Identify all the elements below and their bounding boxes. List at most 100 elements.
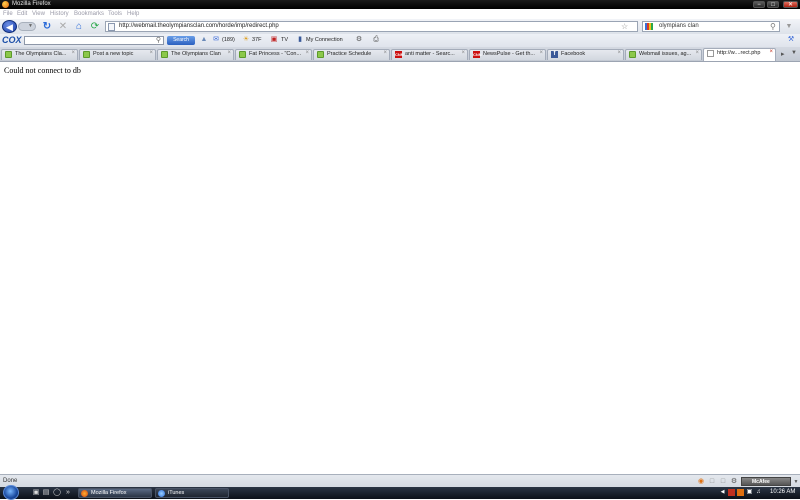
switch-windows-icon[interactable]: ▤ (42, 489, 50, 497)
maximize-button[interactable]: □ (767, 1, 779, 8)
url-bar[interactable]: http://webmail.theolympiansclan.com/hord… (105, 21, 638, 32)
tab-fat-princess[interactable]: Fat Princess - "Con... × (235, 49, 312, 60)
search-box[interactable]: olympians clan ⚲ (642, 21, 780, 32)
tab-strip: The Olympians Cla... × Post a new topic … (0, 47, 800, 62)
tab-olympians-clan-2[interactable]: The Olympians Clan × (157, 49, 234, 60)
search-input[interactable]: olympians clan (659, 23, 699, 29)
taskbar-button-label: Mozilla Firefox (91, 490, 127, 496)
page-icon (108, 23, 115, 31)
history-dropdown-button[interactable]: ▼ (18, 22, 36, 31)
cox-search-button[interactable]: Search (167, 36, 195, 45)
close-tab-icon[interactable]: × (305, 50, 309, 56)
mcafee-dropdown-icon[interactable]: ▼ (792, 478, 800, 486)
mcafee-siteadvisor-button[interactable]: McAfee (741, 477, 791, 486)
cnn-icon: CNN (395, 51, 404, 58)
bookmark-star-icon[interactable]: ☆ (621, 22, 628, 31)
volume-icon[interactable]: ♫ (755, 489, 762, 496)
reload-icon[interactable]: ↻ (42, 22, 52, 32)
mail-count[interactable]: (189) (222, 37, 235, 43)
title-bar: Mozilla Firefox − □ ✕ (0, 0, 800, 9)
firefox-icon (81, 490, 88, 497)
close-tab-icon[interactable]: × (695, 50, 699, 56)
print-icon[interactable]: ⎙ (372, 36, 380, 44)
search-icon[interactable]: ⚲ (770, 22, 776, 31)
tv-label[interactable]: TV (281, 37, 288, 43)
menu-history[interactable]: History (50, 11, 69, 17)
tab-label: Practice Schedule (327, 51, 372, 57)
network-icon[interactable]: ▣ (746, 489, 753, 496)
weather-temp[interactable]: 37F (252, 37, 261, 43)
menu-file[interactable]: File (3, 11, 13, 17)
mcafee-label: McAfee (752, 479, 770, 485)
close-tab-icon[interactable]: × (461, 50, 465, 56)
cox-search-input[interactable]: ⚲ (24, 36, 164, 45)
mcafee-tray-icon[interactable] (728, 489, 735, 496)
my-connection-label[interactable]: My Connection (306, 37, 343, 43)
tab-post-new-topic[interactable]: Post a new topic × (79, 49, 156, 60)
cox-toolbar: COX ⚲ Search ▲ ✉ (189) ☀ 37F ▣ TV ▮ My C… (0, 34, 800, 48)
update-tray-icon[interactable] (737, 489, 744, 496)
list-all-tabs-icon[interactable]: ▼ (791, 50, 797, 56)
tray-expand-icon[interactable]: ◀ (719, 489, 726, 496)
close-tab-icon[interactable]: × (383, 50, 387, 56)
speech-bubble-icon (239, 51, 246, 58)
menu-edit[interactable]: Edit (17, 11, 27, 17)
menu-arrow-icon[interactable]: ▼ (784, 22, 794, 32)
firefox-logo-icon (2, 1, 9, 8)
url-text[interactable]: http://webmail.theolympiansclan.com/hord… (119, 23, 279, 29)
close-tab-icon[interactable]: × (769, 49, 773, 55)
tab-practice-schedule[interactable]: Practice Schedule × (313, 49, 390, 60)
menu-view[interactable]: View (32, 11, 45, 17)
addon-status-icon[interactable]: ⚙ (730, 478, 738, 486)
close-tab-icon[interactable]: × (71, 50, 75, 56)
ie-icon[interactable]: ◯ (53, 489, 61, 497)
show-desktop-icon[interactable]: ▣ (32, 489, 40, 497)
addon-icon[interactable]: ⟳ (90, 22, 100, 32)
connection-icon[interactable]: ▮ (296, 36, 304, 44)
start-button[interactable] (3, 485, 19, 500)
window-title: Mozilla Firefox (12, 1, 51, 7)
google-icon[interactable] (645, 23, 653, 30)
highlight-icon[interactable]: ▲ (200, 36, 208, 44)
quicklaunch-arrow-icon[interactable]: » (64, 489, 72, 497)
clock[interactable]: 10:26 AM (770, 489, 795, 495)
tab-label: Facebook (561, 51, 586, 57)
close-tab-icon[interactable]: × (617, 50, 621, 56)
itunes-icon (158, 490, 165, 497)
menu-tools[interactable]: Tools (108, 11, 122, 17)
close-tab-icon[interactable]: × (149, 50, 153, 56)
tv-icon[interactable]: ▣ (270, 36, 278, 44)
close-button[interactable]: ✕ (783, 1, 798, 8)
back-button[interactable]: ◀ (2, 20, 17, 33)
tab-label: Fat Princess - "Con... (249, 51, 302, 57)
minimize-button[interactable]: − (753, 1, 765, 8)
document-icon[interactable]: □ (708, 478, 716, 486)
tab-webmail-issues[interactable]: Webmail issues, ag... × (625, 49, 702, 60)
taskbar-firefox-button[interactable]: Mozilla Firefox (78, 488, 152, 498)
tab-anti-matter-search[interactable]: CNN anti matter - Searc... × (391, 49, 468, 60)
home-icon[interactable]: ⌂ (74, 22, 84, 32)
taskbar-itunes-button[interactable]: iTunes (155, 488, 229, 498)
menu-bookmarks[interactable]: Bookmarks (74, 11, 104, 17)
speech-bubble-icon (83, 51, 90, 58)
weather-icon[interactable]: ☀ (242, 36, 250, 44)
cox-logo[interactable]: COX (2, 35, 22, 45)
tab-redirect-active[interactable]: http://w....rect.php × (703, 48, 776, 61)
tools-icon[interactable]: ⚙ (355, 36, 363, 44)
wrench-icon[interactable]: ⚒ (787, 36, 795, 44)
tab-newspulse[interactable]: CNN NewsPulse - Get th... × (469, 49, 546, 60)
tab-label: http://w....rect.php (717, 50, 761, 56)
mail-icon[interactable]: ✉ (212, 36, 220, 44)
note-icon[interactable]: □ (719, 478, 727, 486)
rss-icon[interactable]: ◉ (697, 478, 705, 486)
stop-icon[interactable]: ✕ (58, 22, 68, 32)
close-tab-icon[interactable]: × (539, 50, 543, 56)
facebook-icon: f (551, 51, 558, 58)
tab-facebook[interactable]: f Facebook × (547, 49, 624, 60)
search-icon: ⚲ (155, 37, 161, 44)
tab-label: NewsPulse - Get th... (483, 51, 535, 57)
menu-help[interactable]: Help (127, 11, 139, 17)
tab-olympians-clan-1[interactable]: The Olympians Cla... × (1, 49, 78, 60)
close-tab-icon[interactable]: × (227, 50, 231, 56)
tab-scroll-right-icon[interactable]: ▸ (781, 50, 785, 58)
